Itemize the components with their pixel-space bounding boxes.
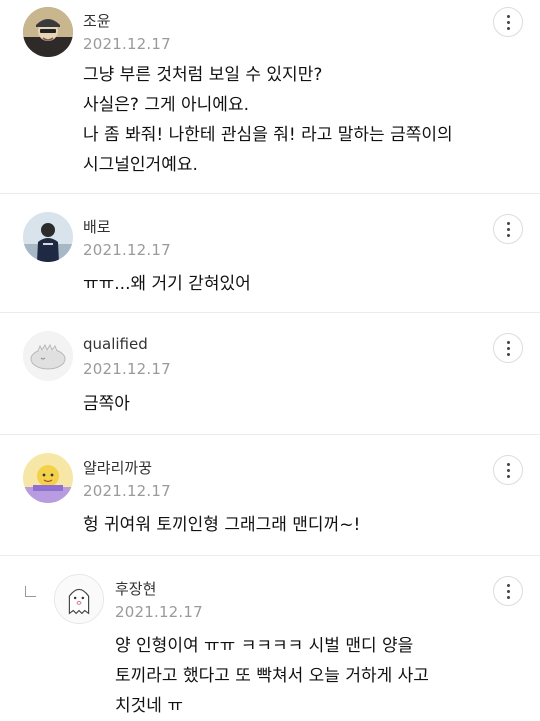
comment-text: 양 인형이여 ㅠㅠ ㅋㅋㅋㅋ 시벌 맨디 양을 토끼라고 했다고 또 빡쳐서 오… <box>115 631 429 721</box>
more-options-button[interactable] <box>493 333 523 363</box>
comment-text: 그냥 부른 것처럼 보일 수 있지만? 사실은? 그게 아니에요. 나 좀 봐줘… <box>83 60 453 180</box>
author-name[interactable]: 얄랴리까꿍 <box>83 457 152 478</box>
comment-text: ㅠㅠ...왜 거기 갇혀있어 <box>83 269 251 299</box>
comment-date: 2021.12.17 <box>83 482 171 500</box>
comment-item: 조윤 2021.12.17 그냥 부른 것처럼 보일 수 있지만? 사실은? 그… <box>0 0 540 194</box>
comment-date: 2021.12.17 <box>115 603 203 621</box>
comment-line: 금쪽아 <box>83 394 130 414</box>
sleeping-creature-avatar-icon <box>23 331 73 381</box>
more-options-button[interactable] <box>493 576 523 606</box>
reply-item: 후장현 2021.12.17 양 인형이여 ㅠㅠ ㅋㅋㅋㅋ 시벌 맨디 양을 토… <box>0 556 540 717</box>
comment-line: 토끼라고 했다고 또 빡쳐서 오늘 거하게 사고 <box>115 666 429 686</box>
comment-item: 배로 2021.12.17 ㅠㅠ...왜 거기 갇혀있어 <box>0 194 540 313</box>
comment-date: 2021.12.17 <box>83 241 171 259</box>
man-with-cap-avatar-icon <box>23 7 73 57</box>
more-options-button[interactable] <box>493 455 523 485</box>
comment-text: 헝 귀여워 토끼인형 그래그래 맨디꺼~! <box>83 510 360 540</box>
author-avatar[interactable] <box>23 7 73 57</box>
author-name[interactable]: 배로 <box>83 216 111 237</box>
comment-line: 그냥 부른 것처럼 보일 수 있지만? <box>83 65 323 85</box>
comment-line: 시그널인거예요. <box>83 155 198 175</box>
author-avatar[interactable] <box>23 212 73 262</box>
more-options-button[interactable] <box>493 214 523 244</box>
comment-item: qualified 2021.12.17 금쪽아 <box>0 313 540 435</box>
comment-text: 금쪽아 <box>83 389 130 419</box>
more-options-button[interactable] <box>493 7 523 37</box>
comment-item: 얄랴리까꿍 2021.12.17 헝 귀여워 토끼인형 그래그래 맨디꺼~! <box>0 435 540 556</box>
comment-date: 2021.12.17 <box>83 35 171 53</box>
author-avatar[interactable] <box>54 574 104 624</box>
comment-date: 2021.12.17 <box>83 360 171 378</box>
author-name[interactable]: 후장현 <box>115 578 156 599</box>
comment-line: 사실은? 그게 아니에요. <box>83 95 249 115</box>
author-name[interactable]: 조윤 <box>83 10 111 31</box>
author-avatar[interactable] <box>23 453 73 503</box>
ghost-avatar-icon <box>55 575 103 623</box>
comment-line: 헝 귀여워 토끼인형 그래그래 맨디꺼~! <box>83 515 361 535</box>
comment-line: 양 인형이여 ㅠㅠ ㅋㅋㅋㅋ 시벌 맨디 양을 <box>115 636 414 656</box>
cartoon-character-avatar-icon <box>23 453 73 503</box>
comment-line: 나 좀 봐줘! 나한테 관심을 줘! 라고 말하는 금쪽이의 <box>83 125 453 145</box>
reply-arrow-icon <box>25 586 36 597</box>
comment-line: ㅠㅠ...왜 거기 갇혀있어 <box>83 274 251 294</box>
person-back-avatar-icon <box>23 212 73 262</box>
author-name[interactable]: qualified <box>83 335 148 353</box>
author-avatar[interactable] <box>23 331 73 381</box>
comment-line: 치것네 ㅠ <box>115 696 183 716</box>
